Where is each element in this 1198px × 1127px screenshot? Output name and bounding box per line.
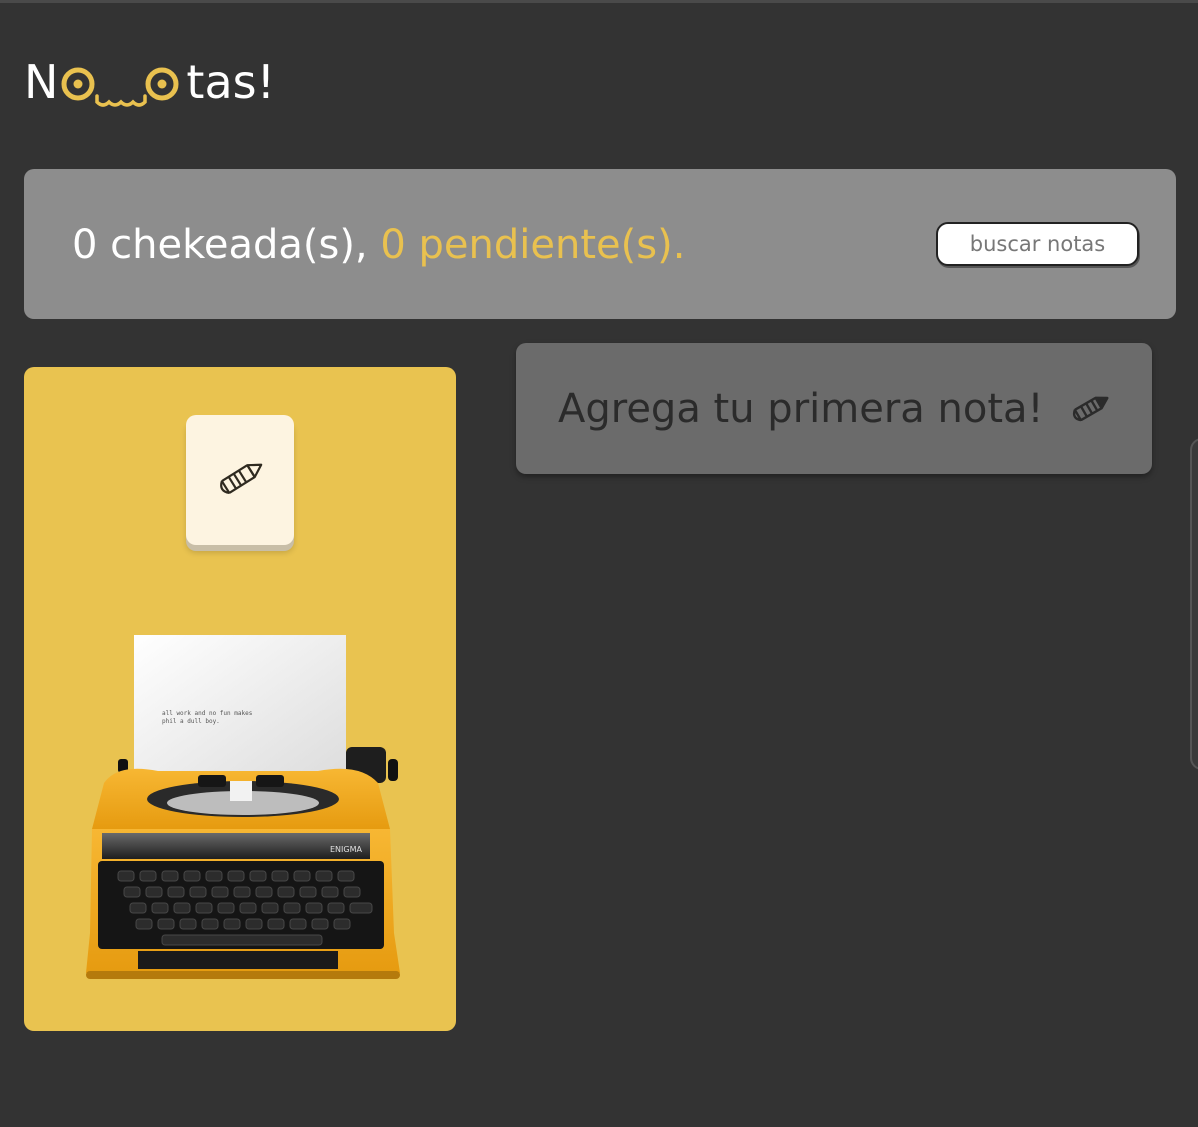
logo-eyes-icon bbox=[58, 52, 186, 112]
search-input[interactable] bbox=[936, 222, 1139, 266]
window-top-border bbox=[0, 0, 1198, 3]
logo-letter-n: N bbox=[24, 55, 59, 109]
app-logo: N tas! bbox=[24, 52, 275, 112]
note-composer-card: all work and no fun makes phil a dull bo… bbox=[24, 367, 456, 1031]
summary-bar: 0 chekeada(s), 0 pendiente(s). bbox=[24, 169, 1176, 319]
notes-counter: 0 chekeada(s), 0 pendiente(s). bbox=[72, 221, 685, 269]
typewriter-brand: ENIGMA bbox=[330, 845, 363, 854]
empty-notes-message: Agrega tu primera nota! bbox=[516, 343, 1152, 474]
checked-count: 0 chekeada(s), bbox=[72, 222, 368, 268]
pencil-icon bbox=[211, 456, 269, 504]
side-panel-edge bbox=[1190, 438, 1198, 770]
logo-suffix: tas! bbox=[186, 55, 276, 109]
empty-notes-text: Agrega tu primera nota! bbox=[558, 386, 1044, 432]
pending-count: 0 pendiente(s). bbox=[380, 222, 686, 268]
paper-text-line-2: phil a dull boy. bbox=[162, 718, 220, 725]
paper-text-line-1: all work and no fun makes bbox=[162, 710, 253, 717]
add-note-button[interactable] bbox=[186, 415, 294, 545]
pencil-icon bbox=[1068, 391, 1112, 429]
typewriter-illustration: all work and no fun makes phil a dull bo… bbox=[78, 633, 408, 993]
